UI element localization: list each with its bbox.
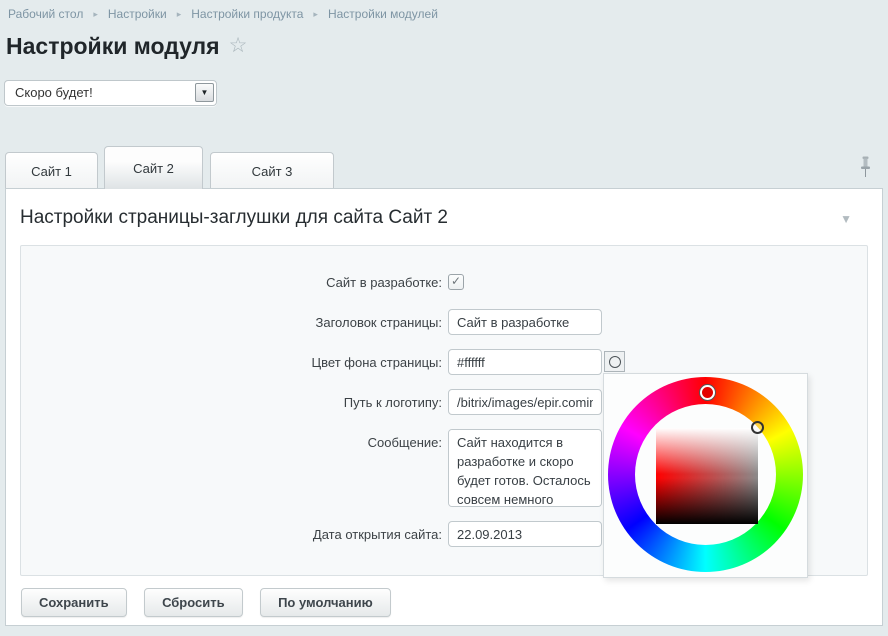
breadcrumb-separator-icon: ▸ bbox=[313, 9, 318, 19]
breadcrumb-item-desktop[interactable]: Рабочий стол bbox=[8, 7, 83, 21]
page-title: Настройки модуля bbox=[6, 33, 220, 59]
tab-site-3[interactable]: Сайт 3 bbox=[210, 152, 334, 189]
favorite-star-icon[interactable]: ☆ bbox=[229, 34, 248, 57]
module-select-dropdown[interactable]: Скоро будет! ▼ bbox=[4, 80, 217, 106]
reset-button[interactable]: Сбросить bbox=[144, 588, 243, 617]
logo-path-input[interactable] bbox=[448, 389, 602, 415]
tab-site-1[interactable]: Сайт 1 bbox=[5, 152, 98, 189]
site-in-development-checkbox[interactable]: ✓ bbox=[448, 274, 464, 290]
form-row-page-title: Заголовок страницы: bbox=[21, 309, 867, 335]
save-button[interactable]: Сохранить bbox=[21, 588, 127, 617]
background-color-input[interactable] bbox=[448, 349, 602, 375]
color-picker-popup bbox=[603, 373, 808, 578]
color-picker-button[interactable] bbox=[604, 351, 625, 372]
dropdown-arrow-icon[interactable]: ▼ bbox=[195, 83, 214, 102]
module-select-value: Скоро будет! bbox=[15, 81, 93, 105]
field-label: Цвет фона страницы: bbox=[21, 349, 442, 370]
breadcrumb-separator-icon: ▸ bbox=[177, 9, 182, 19]
section-title: Настройки страницы-заглушки для сайта Са… bbox=[20, 207, 448, 228]
field-label: Путь к логотипу: bbox=[21, 389, 442, 410]
page-title-input[interactable] bbox=[448, 309, 602, 335]
message-textarea[interactable]: Сайт находится в разработке и скоро буде… bbox=[448, 429, 602, 507]
site-open-date-input[interactable] bbox=[448, 521, 602, 547]
module-settings-page: { "breadcrumb": { "items": ["Рабочий сто… bbox=[0, 0, 888, 636]
form-footer: Сохранить Сбросить По умолчанию bbox=[21, 588, 404, 617]
tab-site-2[interactable]: Сайт 2 bbox=[104, 146, 203, 189]
breadcrumb: Рабочий стол ▸ Настройки ▸ Настройки продукт… bbox=[8, 7, 448, 21]
breadcrumb-item-module-settings[interactable]: Настройки модулей bbox=[328, 7, 438, 21]
field-label: Заголовок страницы: bbox=[21, 309, 442, 330]
breadcrumb-item-product-settings[interactable]: Настройки продукта bbox=[191, 7, 303, 21]
pin-icon[interactable] bbox=[859, 156, 872, 184]
field-label: Дата открытия сайта: bbox=[21, 521, 442, 542]
default-button[interactable]: По умолчанию bbox=[260, 588, 391, 617]
page-header: Настройки модуля ☆ bbox=[6, 33, 247, 60]
hue-handle[interactable] bbox=[700, 385, 715, 400]
field-label: Сайт в разработке: bbox=[21, 274, 442, 290]
section-header: Настройки страницы-заглушки для сайта Са… bbox=[20, 207, 868, 237]
saturation-handle[interactable] bbox=[751, 421, 764, 434]
saturation-square[interactable] bbox=[656, 428, 758, 524]
form-row-background-color: Цвет фона страницы: bbox=[21, 349, 867, 375]
section-collapse-icon[interactable]: ▼ bbox=[840, 212, 852, 226]
form-row-site-in-development: Сайт в разработке: ✓ bbox=[21, 274, 867, 290]
color-circle-icon bbox=[609, 356, 621, 368]
breadcrumb-separator-icon: ▸ bbox=[93, 9, 98, 19]
field-label: Сообщение: bbox=[21, 429, 442, 450]
breadcrumb-item-settings[interactable]: Настройки bbox=[108, 7, 167, 21]
